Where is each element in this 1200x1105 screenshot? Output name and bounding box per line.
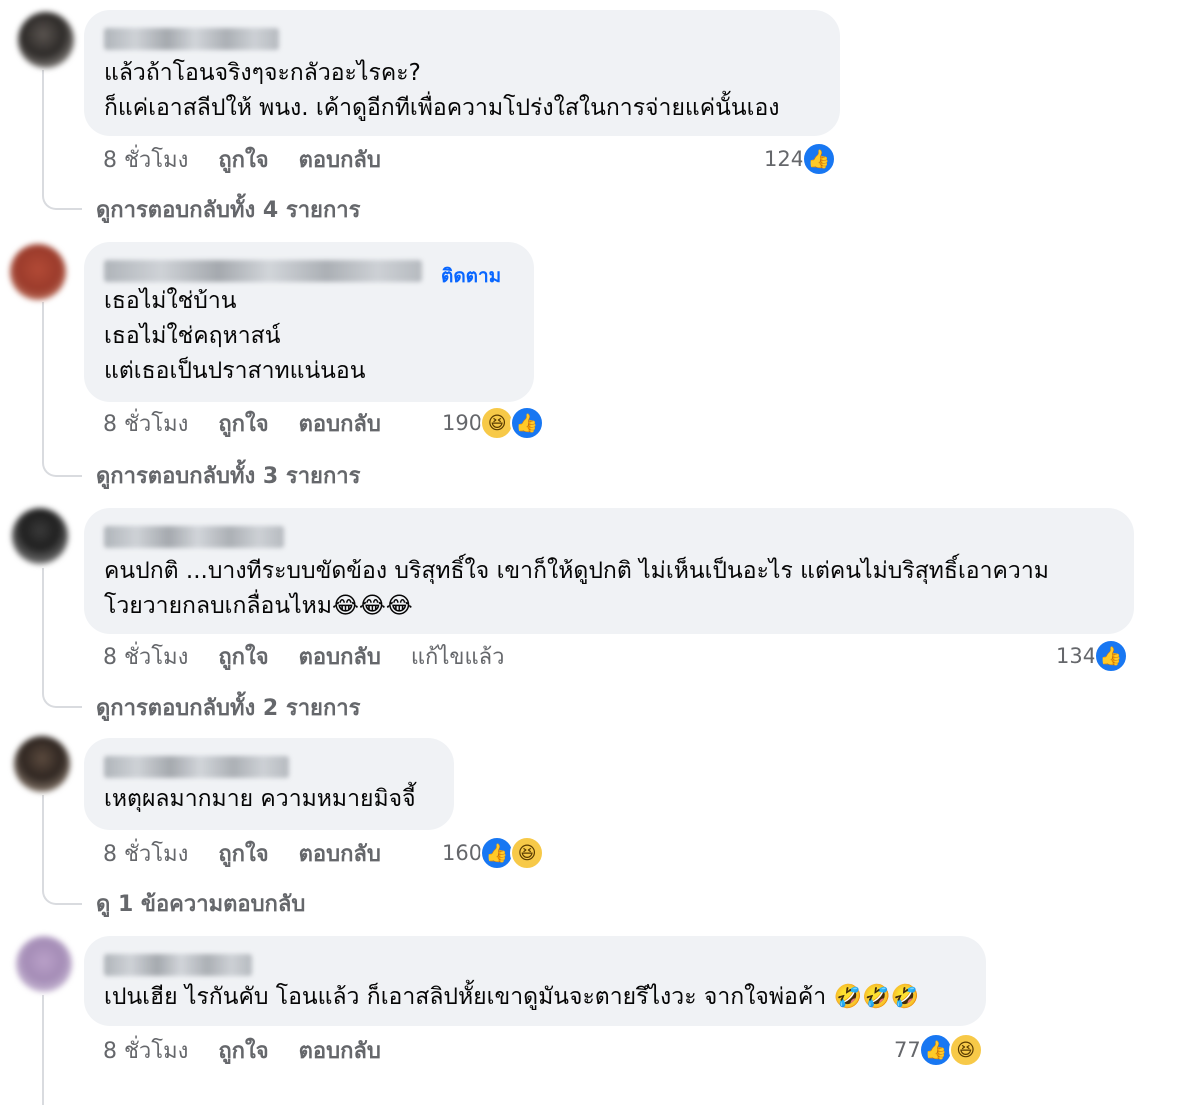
comment-text: แล้วถ้าโอนจริงๆจะกลัวอะไรคะ? ก็แค่เอาสลีป… (104, 60, 780, 121)
avatar[interactable] (10, 244, 66, 300)
comment-text: คนปกติ ...บางทีระบบขัดข้อง บริสุทธิ์ใจ เ… (104, 558, 1049, 619)
follow-button[interactable]: ติดตาม (441, 261, 501, 291)
author-name[interactable] (104, 954, 252, 976)
thread-curve (42, 883, 82, 905)
reaction-summary[interactable]: 124 👍 (764, 142, 837, 176)
reply-button[interactable]: ตอบกลับ (299, 836, 381, 871)
reaction-summary[interactable]: 190 😆 👍 (442, 406, 545, 440)
comment-text: เหตุผลมากมาย ความหมายมิจจี้ (104, 786, 416, 812)
comment-bubble: คนปกติ ...บางทีระบบขัดข้อง บริสุทธิ์ใจ เ… (84, 508, 1134, 634)
author-name[interactable] (104, 28, 279, 50)
comment-bubble: แล้วถ้าโอนจริงๆจะกลัวอะไรคะ? ก็แค่เอาสลีป… (84, 10, 840, 136)
like-button[interactable]: ถูกใจ (218, 406, 268, 441)
like-reaction-icon: 👍 (1094, 639, 1129, 673)
reply-button[interactable]: ตอบกลับ (299, 406, 381, 441)
comment-actions: 8 ชั่วโมง ถูกใจ ตอบกลับ (103, 144, 411, 174)
comment-actions: 8 ชั่วโมง ถูกใจ ตอบกลับ แก้ไขแล้ว (103, 641, 534, 671)
avatar[interactable] (18, 12, 74, 68)
thread-curve (42, 455, 82, 477)
comment-bubble: เหตุผลมากมาย ความหมายมิจจี้ (84, 738, 454, 830)
comment-text: เปนเฮีย ไรกันคับ โอนแล้ว ก็เอาสลิปหั้ยเข… (104, 984, 920, 1010)
comment-time[interactable]: 8 ชั่วโมง (103, 406, 188, 441)
author-name[interactable] (104, 526, 284, 548)
reaction-summary[interactable]: 160 👍 😆 (442, 836, 545, 870)
haha-reaction-icon: 😆 (480, 406, 515, 440)
haha-reaction-icon: 😆 (948, 1033, 983, 1067)
reply-button[interactable]: ตอบกลับ (299, 1033, 381, 1068)
thread-line (42, 70, 44, 190)
like-reaction-icon: 👍 (510, 406, 545, 440)
comment-actions: 8 ชั่วโมง ถูกใจ ตอบกลับ (103, 408, 411, 438)
avatar[interactable] (16, 936, 72, 992)
comment-bubble: เปนเฮีย ไรกันคับ โอนแล้ว ก็เอาสลิปหั้ยเข… (84, 936, 986, 1026)
avatar[interactable] (12, 508, 68, 564)
thread-line (42, 795, 44, 885)
comment-time[interactable]: 8 ชั่วโมง (103, 836, 188, 871)
like-reaction-icon: 👍 (918, 1033, 953, 1067)
reaction-count: 77 (894, 1038, 921, 1062)
view-replies-link[interactable]: ดูการตอบกลับทั้ง 2 รายการ (96, 690, 360, 725)
reaction-count: 124 (764, 147, 805, 171)
edited-label: แก้ไขแล้ว (410, 644, 505, 670)
thread-curve (42, 188, 82, 210)
comment-time[interactable]: 8 ชั่วโมง (103, 1033, 188, 1068)
view-replies-link[interactable]: ดูการตอบกลับทั้ง 4 รายการ (96, 192, 360, 227)
author-name[interactable] (104, 260, 422, 282)
like-reaction-icon: 👍 (802, 142, 837, 176)
view-replies-link[interactable]: ดูการตอบกลับทั้ง 3 รายการ (96, 458, 360, 493)
comment-text: เธอไม่ใช่บ้าน เธอไม่ใช่คฤหาสน์ แต่เธอเป็นป… (104, 288, 366, 384)
thread-line (42, 568, 44, 688)
like-button[interactable]: ถูกใจ (218, 1033, 268, 1068)
haha-reaction-icon: 😆 (510, 836, 545, 870)
comment-time[interactable]: 8 ชั่วโมง (103, 142, 188, 177)
comment-actions: 8 ชั่วโมง ถูกใจ ตอบกลับ (103, 838, 411, 868)
reaction-count: 160 (442, 841, 483, 865)
thread-line (42, 995, 44, 1105)
like-button[interactable]: ถูกใจ (218, 142, 268, 177)
reaction-summary[interactable]: 77 👍 😆 (894, 1033, 983, 1067)
reply-button[interactable]: ตอบกลับ (299, 142, 381, 177)
thread-line (42, 302, 44, 457)
like-reaction-icon: 👍 (480, 836, 515, 870)
reaction-count: 190 (442, 411, 483, 435)
avatar[interactable] (14, 736, 70, 792)
author-name[interactable] (104, 756, 289, 778)
view-replies-link[interactable]: ดู 1 ข้อความตอบกลับ (96, 886, 305, 921)
comment-time[interactable]: 8 ชั่วโมง (103, 639, 188, 674)
like-button[interactable]: ถูกใจ (218, 639, 268, 674)
reply-button[interactable]: ตอบกลับ (299, 639, 381, 674)
reaction-summary[interactable]: 134 👍 (1056, 639, 1129, 673)
thread-curve (42, 686, 82, 708)
comment-actions: 8 ชั่วโมง ถูกใจ ตอบกลับ (103, 1035, 411, 1065)
reaction-count: 134 (1056, 644, 1097, 668)
like-button[interactable]: ถูกใจ (218, 836, 268, 871)
